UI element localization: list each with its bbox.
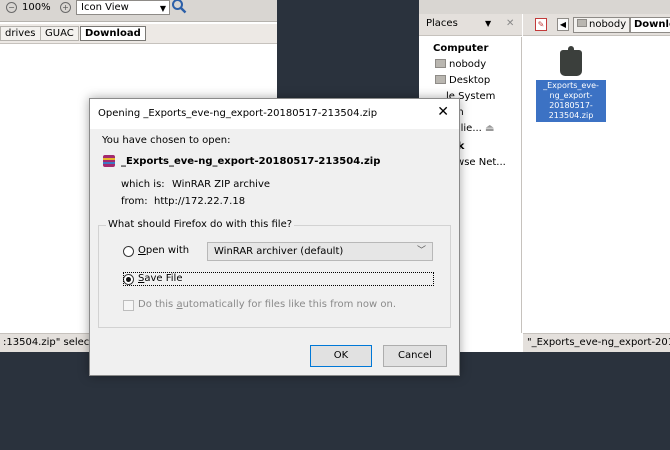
accel-key: O xyxy=(138,245,146,256)
open-with-radio[interactable] xyxy=(123,246,134,257)
zip-file-item[interactable]: _Exports_eve-ng_export-20180517-213504.z… xyxy=(536,46,606,122)
crumb-nobody[interactable]: nobody xyxy=(573,17,631,33)
open-with-label[interactable]: Open with xyxy=(138,245,189,256)
location-bar: ✎ ◀ nobody Downlo xyxy=(523,14,670,36)
save-file-label-text: ave File xyxy=(144,273,183,284)
eject-icon[interactable]: ⏏ xyxy=(485,123,494,134)
crumb-drives[interactable]: drives xyxy=(0,26,41,41)
file-name-label: _Exports_eve-ng_export-20180517-213504.z… xyxy=(536,80,606,122)
folder-icon xyxy=(577,19,587,27)
view-mode-value: Icon View xyxy=(81,2,129,13)
dialog-title: Opening _Exports_eve-ng_export-20180517-… xyxy=(98,108,378,119)
save-file-label[interactable]: Save File xyxy=(138,273,182,284)
left-toolbar: − 100% + Icon View ▼ xyxy=(0,0,277,22)
close-icon[interactable]: ✕ xyxy=(437,104,449,120)
file-type-value: WinRAR ZIP archive xyxy=(172,179,271,190)
ok-button[interactable]: OK xyxy=(310,345,372,367)
crumb-download-current[interactable]: Downlo xyxy=(630,17,670,33)
places-label: Places xyxy=(426,18,458,29)
chevron-down-icon: ﹀ xyxy=(416,246,426,256)
action-group: What should Firefox do with this file? O… xyxy=(98,219,451,328)
folder-icon xyxy=(435,75,446,84)
cancel-button[interactable]: Cancel xyxy=(383,345,447,367)
auto-action-checkbox[interactable] xyxy=(123,300,134,311)
winrar-archive-icon xyxy=(103,155,115,167)
download-dialog: Opening _Exports_eve-ng_export-20180517-… xyxy=(89,98,460,376)
action-question: What should Firefox do with this file? xyxy=(106,219,295,230)
places-heading-computer: Computer xyxy=(433,43,489,54)
crumb-label: nobody xyxy=(589,19,627,30)
search-icon[interactable] xyxy=(171,0,189,16)
chevron-down-icon: ▼ xyxy=(159,4,166,13)
zoom-level: 100% xyxy=(22,2,51,13)
status-bar: "_Exports_eve-ng_export-20180 xyxy=(523,333,670,352)
file-name: _Exports_eve-ng_export-20180517-213504.z… xyxy=(121,156,381,167)
auto-action-text-end: utomatically for files like this from no… xyxy=(182,299,396,310)
application-select[interactable]: WinRAR archiver (default) ﹀ xyxy=(207,242,433,261)
archive-file-icon xyxy=(560,46,582,76)
folder-icon xyxy=(435,59,446,68)
chevron-down-icon[interactable]: ▼ xyxy=(485,14,491,34)
new-document-icon[interactable]: ✎ xyxy=(535,18,547,31)
places-header: Places ▼ ✕ xyxy=(419,14,522,36)
place-label: Desktop xyxy=(449,75,491,86)
close-icon[interactable]: ✕ xyxy=(506,14,514,34)
place-desktop[interactable]: Desktop xyxy=(435,75,490,86)
crumb-download[interactable]: Download xyxy=(80,26,146,41)
back-arrow-icon[interactable]: ◀ xyxy=(557,18,569,31)
dialog-body: You have chosen to open: _Exports_eve-ng… xyxy=(90,129,459,375)
place-label: nobody xyxy=(449,59,487,70)
view-mode-select[interactable]: Icon View ▼ xyxy=(76,0,170,15)
crumb-guac[interactable]: GUAC xyxy=(40,26,79,41)
which-is-label: which is: xyxy=(121,179,165,190)
from-label: from: xyxy=(121,196,148,207)
application-select-value: WinRAR archiver (default) xyxy=(214,246,344,257)
source-url: http://172.22.7.18 xyxy=(154,196,246,207)
menu-bar xyxy=(419,0,670,14)
open-with-label-text: pen with xyxy=(145,245,190,256)
zoom-in-icon[interactable]: + xyxy=(60,2,71,13)
place-nobody[interactable]: nobody xyxy=(435,59,486,70)
zoom-out-icon[interactable]: − xyxy=(6,2,17,13)
auto-action-label[interactable]: Do this automatically for files like thi… xyxy=(138,299,396,310)
breadcrumb: drives GUAC Download xyxy=(0,24,277,44)
intro-text: You have chosen to open: xyxy=(102,135,231,146)
dialog-titlebar[interactable]: Opening _Exports_eve-ng_export-20180517-… xyxy=(90,99,459,129)
auto-action-text-start: Do this xyxy=(138,299,177,310)
